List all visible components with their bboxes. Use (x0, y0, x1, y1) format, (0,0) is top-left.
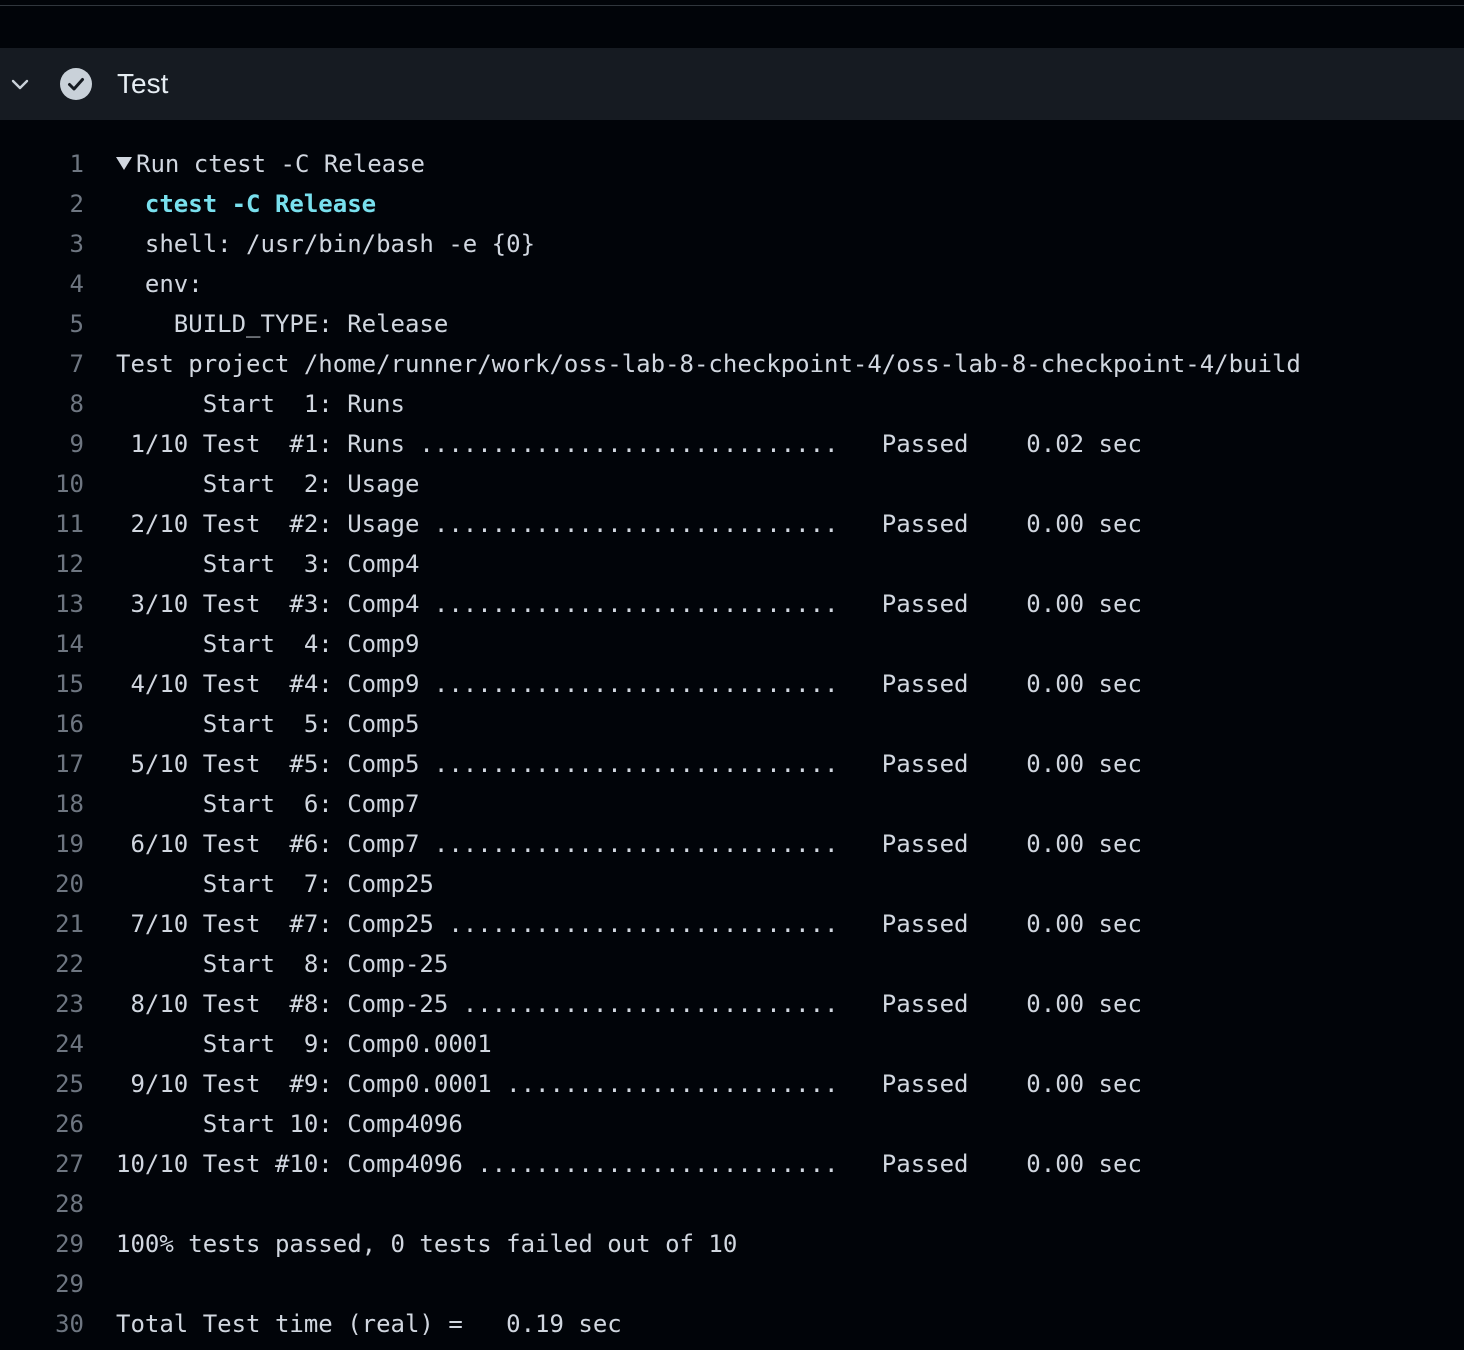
log-line: 14 Start 4: Comp9 (0, 624, 1464, 664)
log-line-text: 5/10 Test #5: Comp5 ....................… (116, 750, 1142, 778)
step-title[interactable]: Test (117, 67, 168, 101)
log-line-text: 1/10 Test #1: Runs .....................… (116, 430, 1142, 458)
line-number[interactable]: 25 (0, 1064, 84, 1104)
log-line-text: Start 8: Comp-25 (116, 950, 449, 978)
log-line-text: Test project /home/runner/work/oss-lab-8… (116, 350, 1301, 378)
log-line: 23 8/10 Test #8: Comp-25 ...............… (0, 984, 1464, 1024)
line-number[interactable]: 12 (0, 544, 84, 584)
log-line: 20 Start 7: Comp25 (0, 864, 1464, 904)
log-line-text: Start 2: Usage (116, 470, 420, 498)
line-number[interactable]: 29 (0, 1264, 84, 1304)
line-number[interactable]: 9 (0, 424, 84, 464)
line-number[interactable]: 26 (0, 1104, 84, 1144)
triangle-down-icon[interactable] (116, 157, 132, 170)
log-line-text: 4/10 Test #4: Comp9 ....................… (116, 670, 1142, 698)
line-number[interactable]: 8 (0, 384, 84, 424)
line-number[interactable]: 30 (0, 1304, 84, 1344)
line-number[interactable]: 24 (0, 1024, 84, 1064)
line-number[interactable]: 23 (0, 984, 84, 1024)
log-line-text: Start 3: Comp4 (116, 550, 420, 578)
line-number[interactable]: 5 (0, 304, 84, 344)
log-line-text: Start 4: Comp9 (116, 630, 420, 658)
line-number[interactable]: 29 (0, 1224, 84, 1264)
log-line-text: BUILD_TYPE: Release (116, 310, 449, 338)
line-number[interactable]: 18 (0, 784, 84, 824)
line-number[interactable]: 10 (0, 464, 84, 504)
log-line-text: Start 7: Comp25 (116, 870, 434, 898)
log-line: 8 Start 1: Runs (0, 384, 1464, 424)
log-line: 30 Total Test time (real) = 0.19 sec (0, 1304, 1464, 1344)
log-line: 7 Test project /home/runner/work/oss-lab-… (0, 344, 1464, 384)
log-line: 4 env: (0, 264, 1464, 304)
line-number[interactable]: 3 (0, 224, 84, 264)
line-number[interactable]: 22 (0, 944, 84, 984)
log-line-text: 9/10 Test #9: Comp0.0001 ...............… (116, 1070, 1142, 1098)
check-circle-icon (60, 68, 92, 100)
log-line-text: Start 5: Comp5 (116, 710, 420, 738)
log-line-text: env: (116, 270, 203, 298)
log-line: 26 Start 10: Comp4096 (0, 1104, 1464, 1144)
log-line: 10 Start 2: Usage (0, 464, 1464, 504)
chevron-down-icon[interactable] (8, 72, 32, 96)
log-line: 25 9/10 Test #9: Comp0.0001 ............… (0, 1064, 1464, 1104)
log-line: 12 Start 3: Comp4 (0, 544, 1464, 584)
line-number[interactable]: 28 (0, 1184, 84, 1224)
line-number[interactable]: 15 (0, 664, 84, 704)
log-line-text: Start 6: Comp7 (116, 790, 420, 818)
log-line: 13 3/10 Test #3: Comp4 .................… (0, 584, 1464, 624)
log-line: 29 100% tests passed, 0 tests failed out … (0, 1224, 1464, 1264)
log-line: 16 Start 5: Comp5 (0, 704, 1464, 744)
log-line: 3 shell: /usr/bin/bash -e {0} (0, 224, 1464, 264)
log-line: 24 Start 9: Comp0.0001 (0, 1024, 1464, 1064)
log-line-text: ctest -C Release (116, 190, 377, 218)
log-line: 28 (0, 1184, 1464, 1224)
log-line: 2 ctest -C Release (0, 184, 1464, 224)
log-line-text: Start 1: Runs (116, 390, 405, 418)
log-line-text: Start 9: Comp0.0001 (116, 1030, 492, 1058)
log-line: 1 Run ctest -C Release (0, 144, 1464, 184)
line-number[interactable]: 27 (0, 1144, 84, 1184)
log-line: 29 (0, 1264, 1464, 1304)
log-line-text: Total Test time (real) = 0.19 sec (116, 1310, 622, 1338)
line-number[interactable]: 2 (0, 184, 84, 224)
log-group-label: Run ctest -C Release (136, 150, 425, 178)
log-line-text: 100% tests passed, 0 tests failed out of… (116, 1230, 738, 1258)
line-number[interactable]: 16 (0, 704, 84, 744)
log-line-text: 7/10 Test #7: Comp25 ...................… (116, 910, 1142, 938)
log-line: 15 4/10 Test #4: Comp9 .................… (0, 664, 1464, 704)
log-line-text: 10/10 Test #10: Comp4096 ...............… (116, 1150, 1142, 1178)
top-divider (0, 0, 1464, 6)
line-number[interactable]: 7 (0, 344, 84, 384)
log-output: 1 Run ctest -C Release 2 ctest -C Release 3… (0, 144, 1464, 1344)
log-line: 22 Start 8: Comp-25 (0, 944, 1464, 984)
log-line: 9 1/10 Test #1: Runs ...................… (0, 424, 1464, 464)
line-number[interactable]: 11 (0, 504, 84, 544)
log-line-text: 6/10 Test #6: Comp7 ....................… (116, 830, 1142, 858)
line-number[interactable]: 1 (0, 144, 84, 184)
log-line: 17 5/10 Test #5: Comp5 .................… (0, 744, 1464, 784)
log-line-text: Start 10: Comp4096 (116, 1110, 463, 1138)
log-line-text: 3/10 Test #3: Comp4 ....................… (116, 590, 1142, 618)
line-number[interactable]: 14 (0, 624, 84, 664)
log-line: 11 2/10 Test #2: Usage .................… (0, 504, 1464, 544)
line-number[interactable]: 13 (0, 584, 84, 624)
log-group-toggle[interactable]: Run ctest -C Release (116, 144, 425, 184)
line-number[interactable]: 19 (0, 824, 84, 864)
line-number[interactable]: 17 (0, 744, 84, 784)
step-header[interactable]: Test (0, 48, 1464, 120)
log-line-text: 8/10 Test #8: Comp-25 ..................… (116, 990, 1142, 1018)
log-line: 5 BUILD_TYPE: Release (0, 304, 1464, 344)
log-line: 19 6/10 Test #6: Comp7 .................… (0, 824, 1464, 864)
line-number[interactable]: 4 (0, 264, 84, 304)
log-line: 27 10/10 Test #10: Comp4096 .............… (0, 1144, 1464, 1184)
line-number[interactable]: 20 (0, 864, 84, 904)
log-line: 18 Start 6: Comp7 (0, 784, 1464, 824)
line-number[interactable]: 21 (0, 904, 84, 944)
log-line: 21 7/10 Test #7: Comp25 ................… (0, 904, 1464, 944)
log-line-text: 2/10 Test #2: Usage ....................… (116, 510, 1142, 538)
log-line-text: shell: /usr/bin/bash -e {0} (116, 230, 536, 258)
